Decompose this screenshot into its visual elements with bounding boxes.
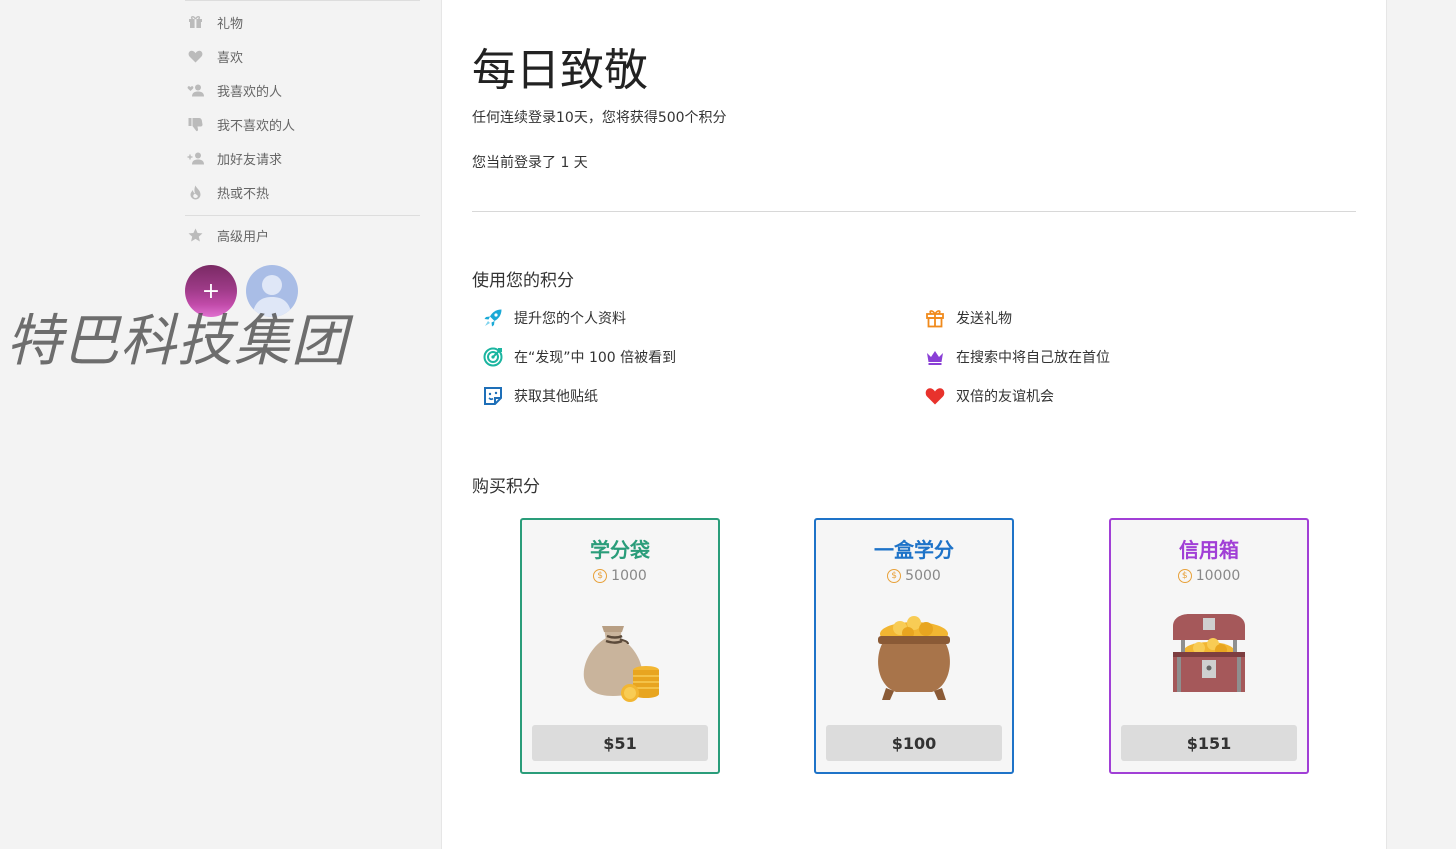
package-name: 学分袋 [590,538,650,562]
thumbs-down-icon [186,116,204,132]
sidebar-item-label: 高级用户 [217,229,270,245]
sidebar-item-gifts[interactable]: 礼物 [186,12,243,32]
sidebar-divider [185,215,420,216]
sidebar-item-label: 热或不热 [217,186,270,202]
heart-icon [924,385,946,407]
buy-button[interactable]: $51 [532,725,708,761]
feature-label: 在搜索中将自己放在首位 [956,350,1110,366]
target-icon [482,346,504,368]
reward-description: 任何连续登录10天，您将获得500个积分 [472,110,727,126]
sidebar-item-premium[interactable]: 高级用户 [186,225,269,245]
feature-label: 获取其他贴纸 [514,389,598,405]
sidebar-divider [185,0,420,1]
coin-icon: $ [1177,569,1192,583]
package-name: 一盒学分 [874,538,954,562]
feature-top-search: 在搜索中将自己放在首位 [924,346,1110,368]
user-add-icon [186,150,204,166]
sidebar-item-label: 喜欢 [217,50,244,66]
feature-label: 在“发现”中 100 倍被看到 [514,350,677,366]
main-panel: 每日致敬 任何连续登录10天，您将获得500个积分 您当前登录了 1 天 使用您… [441,0,1387,849]
buy-button[interactable]: $100 [826,725,1002,761]
user-heart-icon [186,82,204,98]
package-amount-value: 1000 [611,568,647,584]
crown-icon [924,346,946,368]
sticker-icon [482,385,504,407]
fire-icon [186,184,204,200]
package-amount-value: 10000 [1195,568,1241,584]
sidebar-item-label: 礼物 [217,16,244,32]
feature-discover-visibility: 在“发现”中 100 倍被看到 [482,346,676,368]
package-name: 信用箱 [1179,538,1239,562]
sidebar-item-label: 加好友请求 [217,152,283,168]
coin-icon: $ [887,569,902,583]
star-icon [186,227,204,243]
sidebar-item-friend-requests[interactable]: 加好友请求 [186,148,282,168]
gift-icon [924,307,946,329]
sidebar-item-people-i-like[interactable]: 我喜欢的人 [186,80,282,100]
use-points-heading: 使用您的积分 [472,271,574,291]
feature-send-gifts: 发送礼物 [924,307,1012,329]
package-amount: $ 1000 [522,568,718,584]
feature-label: 提升您的个人资料 [514,311,626,327]
feature-boost-profile: 提升您的个人资料 [482,307,626,329]
heart-icon [186,48,204,64]
watermark: 特巴科技集团 [6,309,348,374]
sidebar-item-label: 我不喜欢的人 [217,118,296,134]
page-title: 每日致敬 [472,45,648,96]
sidebar-item-label: 我喜欢的人 [217,84,283,100]
gift-icon [186,14,204,30]
section-divider [472,211,1356,212]
money-bag-icon [562,608,678,708]
sidebar: 礼物 喜欢 我喜欢的人 我不喜欢的人 加好友请求 热或不热 高级用户 + [0,0,440,849]
login-streak-text: 您当前登录了 1 天 [472,155,588,171]
rocket-icon [482,307,504,329]
coin-icon: $ [593,569,608,583]
sidebar-item-people-i-dislike[interactable]: 我不喜欢的人 [186,114,295,134]
treasure-chest-icon [1151,608,1267,708]
sidebar-item-likes[interactable]: 喜欢 [186,46,243,66]
sidebar-item-hot-or-not[interactable]: 热或不热 [186,182,269,202]
package-amount-value: 5000 [905,568,941,584]
package-card-bag[interactable]: 学分袋 $ 1000 $51 [520,518,720,774]
buy-button[interactable]: $151 [1121,725,1297,761]
package-amount: $ 5000 [816,568,1012,584]
buy-points-heading: 购买积分 [472,477,540,497]
feature-extra-stickers: 获取其他贴纸 [482,385,598,407]
package-card-chest[interactable]: 信用箱 $ 10000 $151 [1109,518,1309,774]
package-card-box[interactable]: 一盒学分 $ 5000 $100 [814,518,1014,774]
package-amount: $ 10000 [1111,568,1307,584]
feature-label: 双倍的友谊机会 [956,389,1054,405]
feature-double-friendship: 双倍的友谊机会 [924,385,1054,407]
coin-pot-icon [856,608,972,708]
feature-label: 发送礼物 [956,311,1012,327]
